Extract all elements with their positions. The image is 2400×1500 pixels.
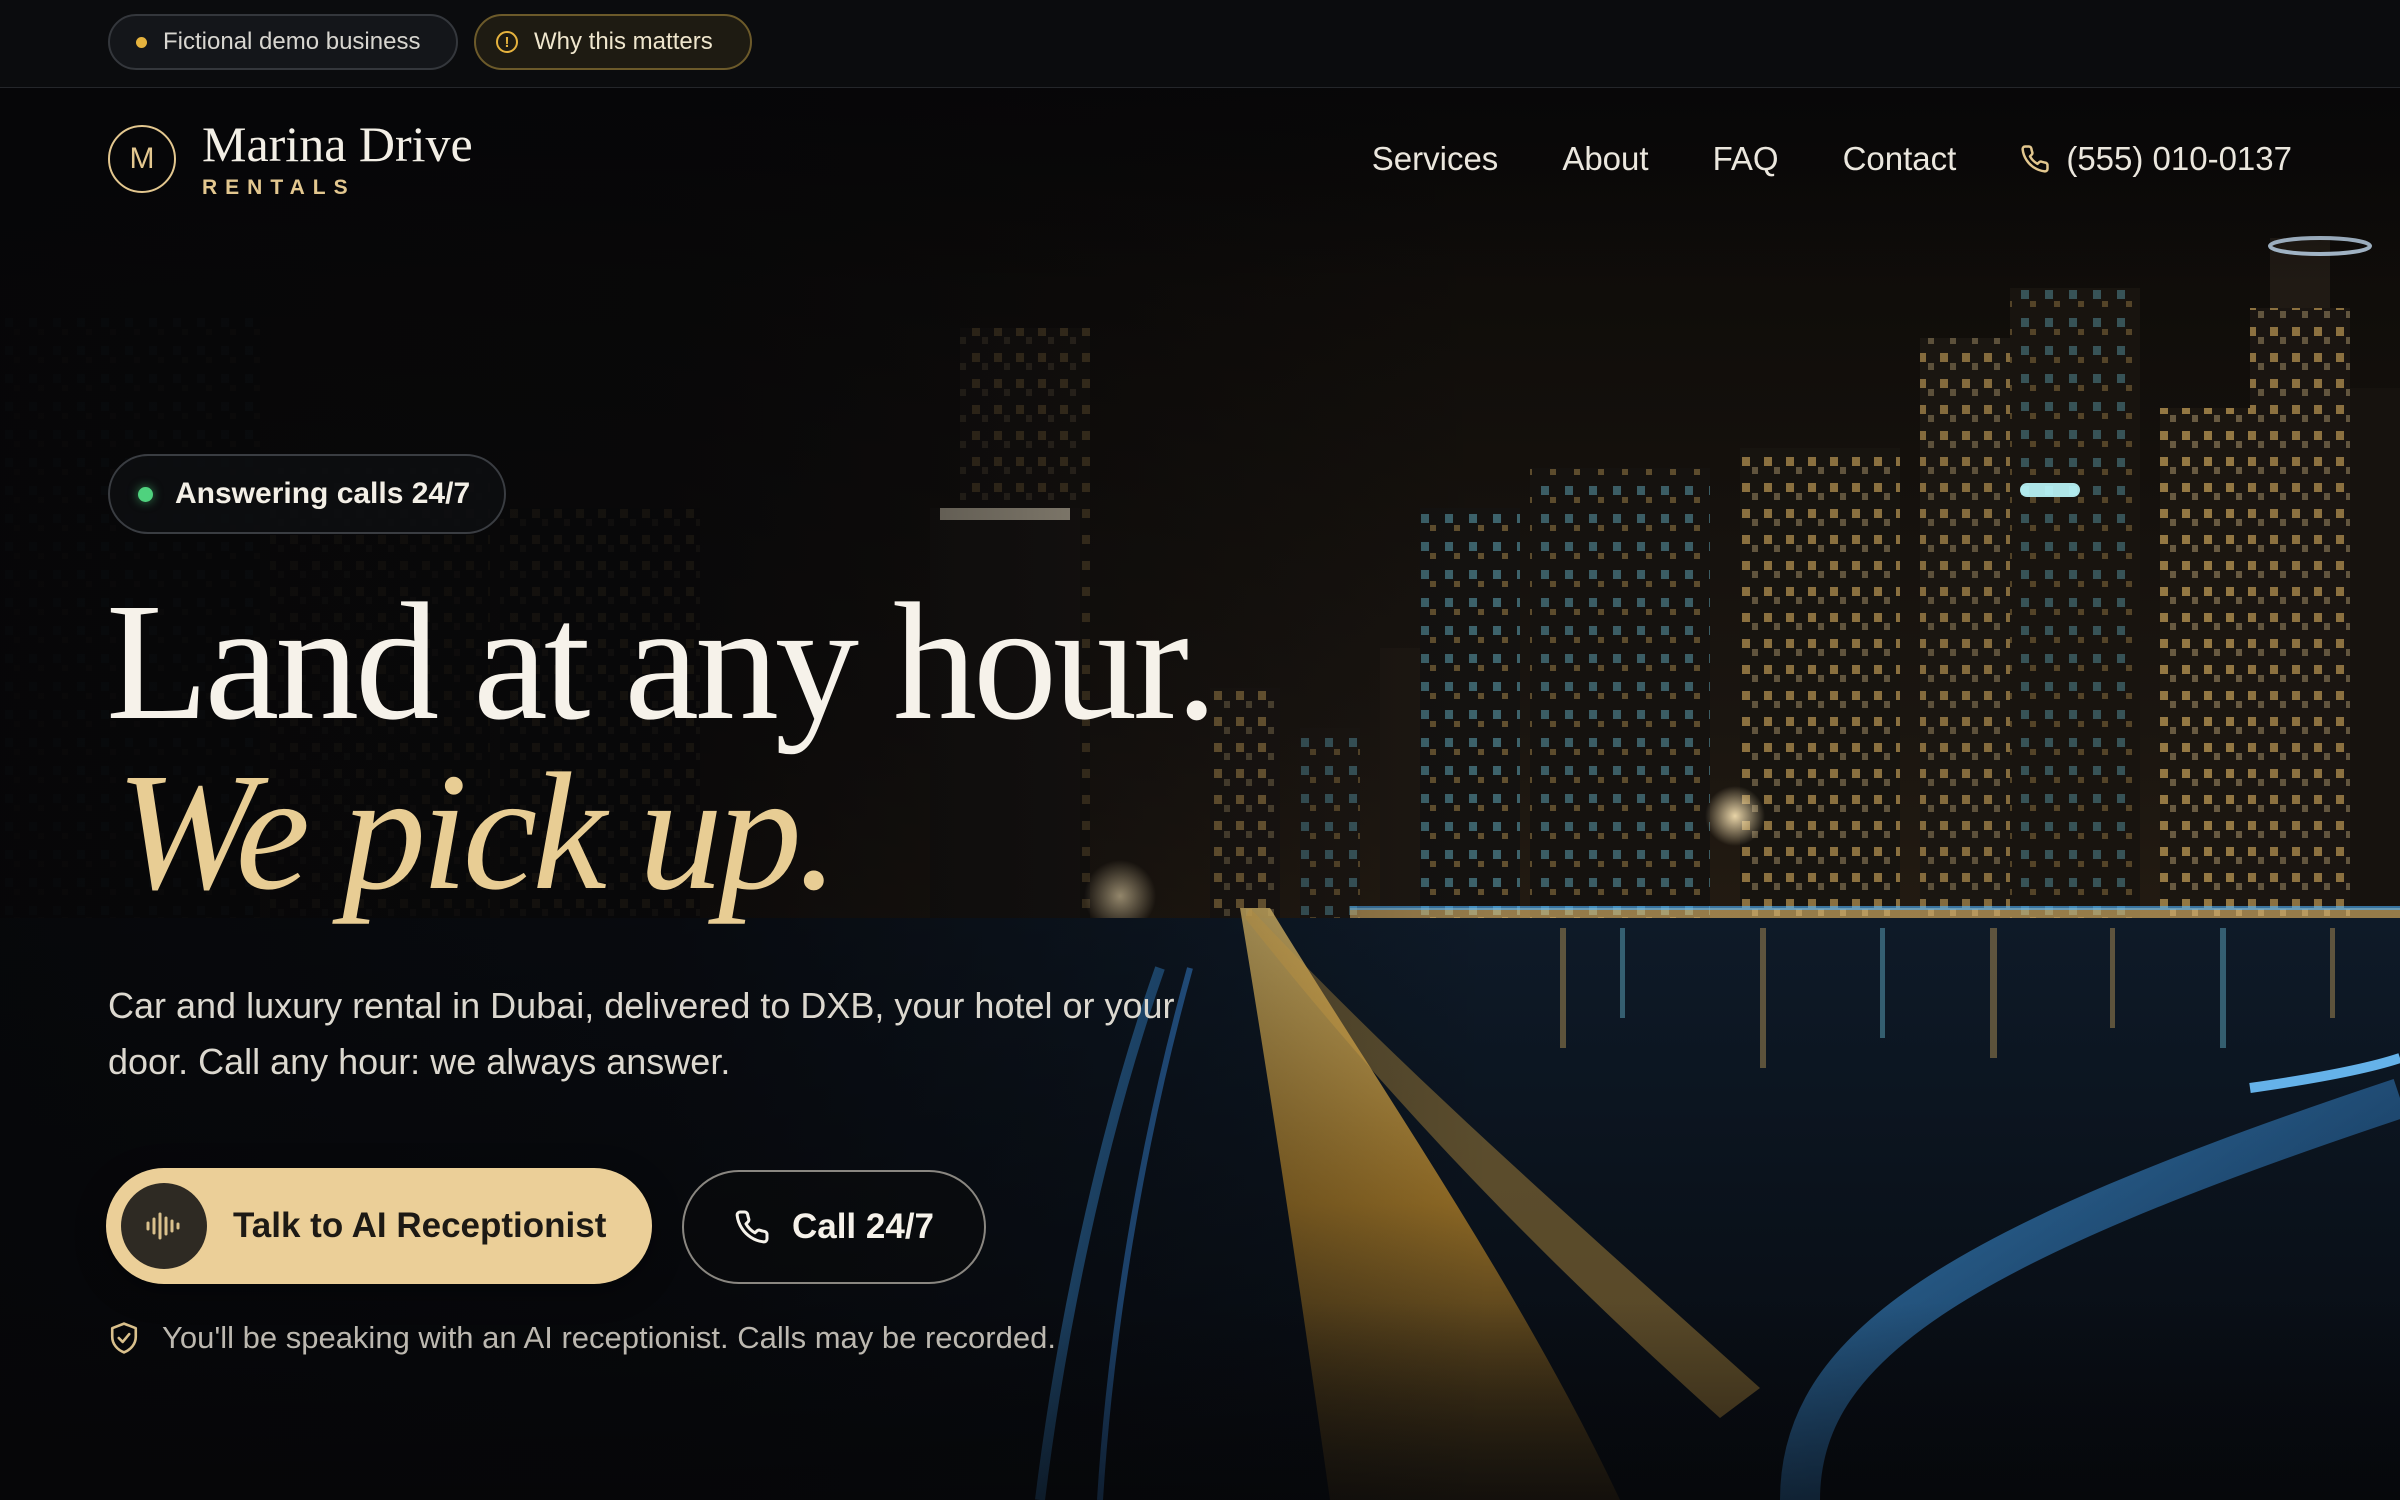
- nav-phone-link[interactable]: (555) 010-0137: [2020, 140, 2292, 178]
- fictional-demo-badge: Fictional demo business: [108, 14, 458, 70]
- nav-contact[interactable]: Contact: [1843, 140, 1957, 178]
- call-24-7-button[interactable]: Call 24/7: [682, 1170, 986, 1284]
- nav-faq[interactable]: FAQ: [1713, 140, 1779, 178]
- fictional-demo-label: Fictional demo business: [163, 28, 421, 55]
- phone-icon: [2021, 145, 2050, 173]
- call-24-7-label: Call 24/7: [791, 1207, 935, 1246]
- status-label: Answering calls 24/7: [175, 477, 471, 510]
- live-dot-icon: [138, 486, 153, 502]
- shield-check-icon: [110, 1322, 138, 1354]
- hero-headline: Land at any hour.: [106, 569, 1218, 755]
- hero-headline-accent: We pick up.: [116, 739, 839, 925]
- nav-services[interactable]: Services: [1372, 140, 1499, 178]
- nav-about[interactable]: About: [1562, 140, 1648, 178]
- voice-wave-icon: [121, 1183, 207, 1269]
- main-nav: Services About FAQ Contact (555) 010-013…: [1308, 140, 2292, 178]
- hero-subcopy: Car and luxury rental in Dubai, delivere…: [108, 985, 1175, 1082]
- talk-to-ai-receptionist-button[interactable]: Talk to AI Receptionist: [106, 1168, 652, 1284]
- brand-name: Marina Drive: [202, 116, 473, 172]
- monogram-logo-icon: M: [108, 125, 176, 193]
- why-this-matters-label: Why this matters: [534, 28, 713, 55]
- disclaimer-text: You'll be speaking with an AI receptioni…: [162, 1320, 1056, 1355]
- notice-bar: Fictional demo business ! Why this matte…: [0, 0, 2400, 88]
- brand-subtitle: RENTALS: [202, 176, 356, 199]
- talk-to-ai-label: Talk to AI Receptionist: [233, 1206, 607, 1245]
- dot-icon: [136, 36, 147, 48]
- why-this-matters-button[interactable]: ! Why this matters: [474, 14, 752, 70]
- status-badge: Answering calls 24/7: [108, 454, 507, 534]
- phone-icon: [735, 1210, 769, 1244]
- brand-logo[interactable]: M Marina Drive RENTALS: [108, 118, 473, 200]
- nav-phone-number: (555) 010-0137: [2066, 140, 2292, 177]
- alert-circle-icon: !: [496, 31, 518, 53]
- ai-disclaimer: You'll be speaking with an AI receptioni…: [108, 1320, 1056, 1356]
